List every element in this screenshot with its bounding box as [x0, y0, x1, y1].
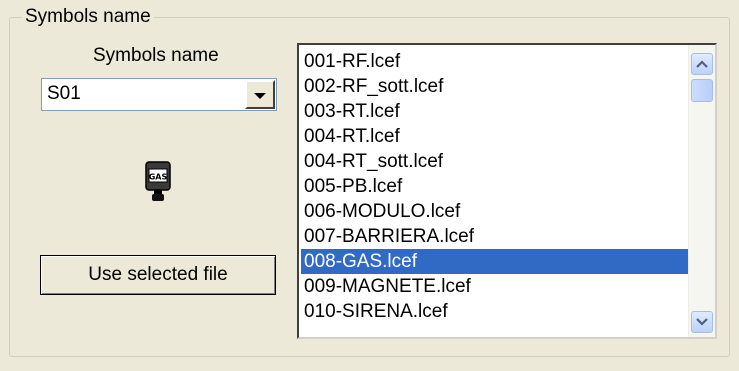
scroll-down-button[interactable]: [691, 311, 713, 333]
scroll-thumb[interactable]: [691, 79, 713, 102]
list-item[interactable]: 004-RT.lcef: [301, 124, 689, 149]
list-item[interactable]: 005-PB.lcef: [301, 174, 689, 199]
vertical-scrollbar[interactable]: [688, 45, 715, 337]
list-item[interactable]: 009-MAGNETE.lcef: [301, 274, 689, 299]
symbols-name-combobox[interactable]: S01: [41, 78, 277, 111]
chevron-down-icon: [254, 92, 266, 99]
list-item[interactable]: 004-RT_sott.lcef: [301, 149, 689, 174]
combobox-value: S01: [47, 83, 81, 104]
symbol-file-list: 001-RF.lcef 002-RF_sott.lcef 003-RT.lcef 00…: [301, 49, 689, 324]
list-item[interactable]: 010-SIRENA.lcef: [301, 299, 689, 324]
list-item[interactable]: 007-BARRIERA.lcef: [301, 224, 689, 249]
list-item[interactable]: 002-RF_sott.lcef: [301, 74, 689, 99]
scroll-up-button[interactable]: [691, 53, 713, 75]
list-item[interactable]: 006-MODULO.lcef: [301, 199, 689, 224]
list-item[interactable]: 008-GAS.lcef: [301, 249, 689, 274]
gas-symbol-icon: GAS: [145, 161, 171, 201]
symbols-name-label: Symbols name: [93, 45, 219, 66]
chevron-down-icon: [696, 318, 708, 326]
gas-symbol-label: GAS: [149, 173, 168, 182]
symbols-panel: Symbols name Symbols name S01 GAS Use se…: [0, 0, 739, 371]
use-selected-file-button[interactable]: Use selected file: [40, 255, 276, 295]
list-item[interactable]: 001-RF.lcef: [301, 49, 689, 74]
groupbox-title: Symbols name: [22, 5, 154, 29]
symbol-file-listbox[interactable]: 001-RF.lcef 002-RF_sott.lcef 003-RT.lcef 00…: [297, 43, 717, 339]
combobox-dropdown-button[interactable]: [245, 80, 275, 109]
list-item[interactable]: 003-RT.lcef: [301, 99, 689, 124]
chevron-up-icon: [696, 60, 708, 68]
